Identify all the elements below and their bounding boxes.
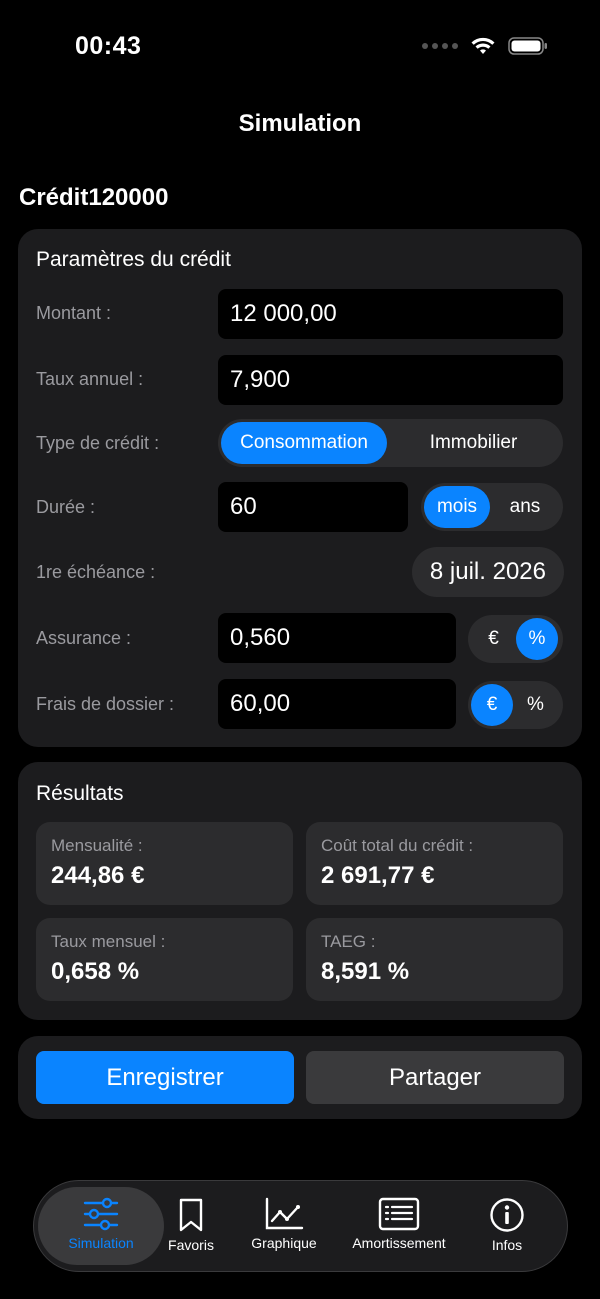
status-time: 00:43 <box>75 32 142 60</box>
total-cost-value: 2 691,77 € <box>321 862 435 889</box>
tab-infos[interactable]: Infos <box>476 1187 538 1265</box>
total-cost-label: Coût total du crédit : <box>321 836 474 855</box>
total-cost-tile: Coût total du crédit : 2 691,77 € <box>306 822 563 905</box>
monthly-payment-value: 244,86 € <box>51 862 145 889</box>
share-button[interactable]: Partager <box>306 1051 564 1104</box>
cellular-signal-icon <box>422 43 458 49</box>
credit-type-label: Type de crédit : <box>36 433 160 453</box>
taeg-tile: TAEG : 8,591 % <box>306 918 563 1001</box>
sliders-icon <box>83 1197 119 1231</box>
fees-field[interactable]: 60,00 <box>218 679 456 729</box>
tab-simulation-label: Simulation <box>68 1235 134 1251</box>
monthly-payment-tile: Mensualité : 244,86 € <box>36 822 293 905</box>
save-button[interactable]: Enregistrer <box>36 1051 294 1104</box>
results-title: Résultats <box>36 782 124 805</box>
fees-unit-euro[interactable]: € <box>471 684 513 726</box>
tab-simulation[interactable]: Simulation <box>38 1187 164 1265</box>
taeg-label: TAEG : <box>321 932 376 951</box>
monthly-rate-tile: Taux mensuel : 0,658 % <box>36 918 293 1001</box>
simulation-name: Crédit120000 <box>19 184 169 211</box>
first-payment-date-picker[interactable]: 8 juil. 2026 <box>411 547 564 597</box>
tab-infos-label: Infos <box>491 1237 523 1253</box>
fees-label: Frais de dossier : <box>36 694 175 714</box>
results-card: Résultats Mensualité : 244,86 € Coût tot… <box>18 762 582 1020</box>
tab-amortissement[interactable]: Amortissement <box>339 1187 459 1265</box>
fees-unit-percent[interactable]: % <box>513 684 558 726</box>
tab-graphique[interactable]: Graphique <box>239 1187 329 1265</box>
duration-unit-ans[interactable]: ans <box>490 486 560 528</box>
tab-favoris-label: Favoris <box>168 1237 214 1253</box>
status-icons <box>422 36 548 56</box>
tab-graphique-label: Graphique <box>251 1235 317 1251</box>
monthly-rate-value: 0,658 % <box>51 958 140 985</box>
tab-bar: Simulation Favoris Graphique Amortisseme… <box>33 1180 568 1272</box>
list-document-icon <box>378 1197 420 1231</box>
annual-rate-field[interactable]: 7,900 <box>218 355 563 405</box>
first-payment-label: 1re échéance : <box>36 562 156 582</box>
amount-label: Montant : <box>36 303 112 323</box>
wifi-icon <box>471 37 495 54</box>
insurance-label: Assurance : <box>36 628 132 648</box>
amount-field[interactable]: 12 000,00 <box>218 289 563 339</box>
insurance-unit-euro[interactable]: € <box>471 618 516 660</box>
battery-icon <box>508 37 547 55</box>
insurance-field[interactable]: 0,560 <box>218 613 456 663</box>
insurance-unit-percent[interactable]: % <box>516 618 558 660</box>
insurance-unit-segment: € % <box>468 615 563 663</box>
status-bar: 00:43 <box>0 0 600 90</box>
credit-type-segment: Consommation Immobilier <box>218 419 563 467</box>
bookmark-icon <box>179 1198 203 1232</box>
credit-type-consommation[interactable]: Consommation <box>221 422 387 464</box>
monthly-payment-label: Mensualité : <box>51 836 143 855</box>
duration-label: Durée : <box>36 497 96 517</box>
page-title: Simulation <box>238 110 362 137</box>
rate-label: Taux annuel : <box>36 369 144 389</box>
actions-card: Enregistrer Partager <box>18 1036 582 1119</box>
credit-params-card: Paramètres du crédit Montant : 12 000,00… <box>18 229 582 747</box>
line-chart-icon <box>265 1197 304 1230</box>
duration-unit-mois[interactable]: mois <box>424 486 490 528</box>
tab-amortissement-label: Amortissement <box>352 1235 446 1251</box>
fees-unit-segment: € % <box>468 681 563 729</box>
params-title: Paramètres du crédit <box>36 248 231 271</box>
duration-unit-segment: mois ans <box>421 483 563 531</box>
monthly-rate-label: Taux mensuel : <box>51 932 166 951</box>
taeg-value: 8,591 % <box>321 958 410 985</box>
tab-favoris[interactable]: Favoris <box>158 1187 224 1265</box>
credit-type-immobilier[interactable]: Immobilier <box>387 422 560 464</box>
duration-field[interactable]: 60 <box>218 482 408 532</box>
info-icon <box>490 1198 524 1232</box>
